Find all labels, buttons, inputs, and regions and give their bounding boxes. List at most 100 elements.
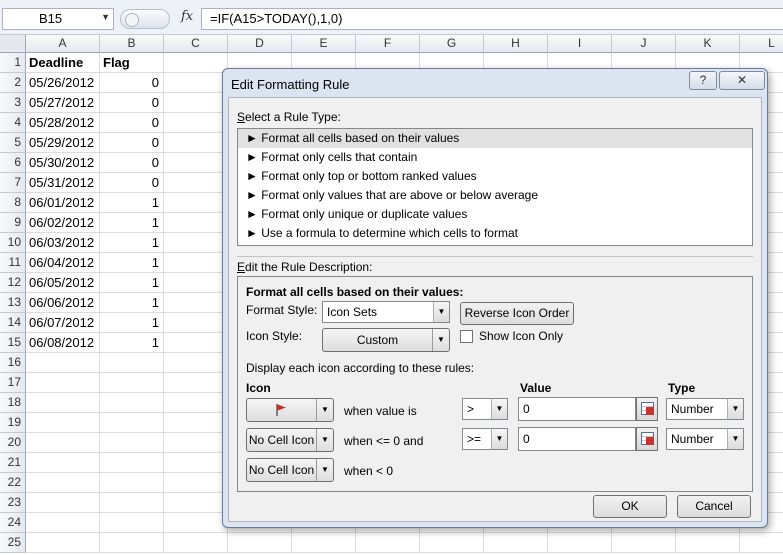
cell-a14[interactable]: 06/07/2012 [29, 313, 99, 333]
chevron-down-icon[interactable]: ▼ [101, 12, 110, 22]
row-header-10[interactable]: 10 [0, 233, 26, 253]
cell-a7[interactable]: 05/31/2012 [29, 173, 99, 193]
rule-1-type-select[interactable]: Number ▼ [666, 398, 744, 420]
cell-b1[interactable]: Flag [103, 53, 163, 73]
row-header-24[interactable]: 24 [0, 513, 26, 533]
cell-b10[interactable]: 1 [103, 233, 163, 253]
row-header-5[interactable]: 5 [0, 133, 26, 153]
row-header-21[interactable]: 21 [0, 453, 26, 473]
cell-a10[interactable]: 06/03/2012 [29, 233, 99, 253]
cell-b13[interactable]: 1 [103, 293, 163, 313]
rule-2-type-select[interactable]: Number ▼ [666, 428, 744, 450]
insert-function-icon[interactable]: fx [181, 9, 193, 24]
rule-type-item[interactable]: ► Use a formula to determine which cells… [238, 224, 752, 243]
row-header-3[interactable]: 3 [0, 93, 26, 113]
close-button[interactable]: ✕ [719, 71, 765, 90]
row-header-15[interactable]: 15 [0, 333, 26, 353]
row-header-6[interactable]: 6 [0, 153, 26, 173]
cell-a12[interactable]: 06/05/2012 [29, 273, 99, 293]
formula-bar-expand-handle[interactable] [120, 9, 170, 29]
help-button[interactable]: ? [689, 71, 717, 90]
rule-type-item[interactable]: ► Format all cells based on their values [238, 129, 752, 148]
column-header-e[interactable]: E [292, 35, 356, 53]
row-header-7[interactable]: 7 [0, 173, 26, 193]
cell-b2[interactable]: 0 [103, 73, 163, 93]
ok-button[interactable]: OK [593, 495, 667, 518]
show-icon-only-checkbox[interactable] [460, 330, 473, 343]
column-header-f[interactable]: F [356, 35, 420, 53]
cell-b14[interactable]: 1 [103, 313, 163, 333]
cell-a15[interactable]: 06/08/2012 [29, 333, 99, 353]
column-header-k[interactable]: K [676, 35, 740, 53]
rule-1-operator-select[interactable]: > ▼ [462, 398, 508, 420]
column-header-c[interactable]: C [164, 35, 228, 53]
cell-a13[interactable]: 06/06/2012 [29, 293, 99, 313]
column-header-j[interactable]: J [612, 35, 676, 53]
row-header-19[interactable]: 19 [0, 413, 26, 433]
column-header-d[interactable]: D [228, 35, 292, 53]
row-header-4[interactable]: 4 [0, 113, 26, 133]
rule-type-item[interactable]: ► Format only unique or duplicate values [238, 205, 752, 224]
row-header-12[interactable]: 12 [0, 273, 26, 293]
formula-text: =IF(A15>TODAY(),1,0) [210, 11, 343, 26]
row-header-22[interactable]: 22 [0, 473, 26, 493]
reverse-icon-order-button[interactable]: Reverse Icon Order [460, 302, 574, 325]
cell-a5[interactable]: 05/29/2012 [29, 133, 99, 153]
column-header-i[interactable]: I [548, 35, 612, 53]
rule-type-item[interactable]: ► Format only top or bottom ranked value… [238, 167, 752, 186]
icon-style-select[interactable]: Custom ▼ [322, 328, 450, 352]
name-box[interactable]: B15 ▼ [2, 8, 114, 30]
rule-2-value-input[interactable]: 0 [518, 427, 636, 451]
cell-b11[interactable]: 1 [103, 253, 163, 273]
row-header-1[interactable]: 1 [0, 53, 26, 73]
icon-1-select[interactable]: ▼ [246, 398, 334, 422]
row-header-25[interactable]: 25 [0, 533, 26, 553]
format-style-select[interactable]: Icon Sets ▼ [322, 301, 450, 323]
cell-a9[interactable]: 06/02/2012 [29, 213, 99, 233]
cancel-button[interactable]: Cancel [677, 495, 751, 518]
row-header-23[interactable]: 23 [0, 493, 26, 513]
column-header-l[interactable]: L [740, 35, 783, 53]
cell-a8[interactable]: 06/01/2012 [29, 193, 99, 213]
rule-2-operator-select[interactable]: >= ▼ [462, 428, 508, 450]
rule-1-range-select-button[interactable] [636, 397, 658, 421]
row-header-13[interactable]: 13 [0, 293, 26, 313]
column-header-a[interactable]: A [26, 35, 100, 53]
column-header-b[interactable]: B [100, 35, 164, 53]
rule-type-item[interactable]: ► Format only cells that contain [238, 148, 752, 167]
row-header-2[interactable]: 2 [0, 73, 26, 93]
cell-b15[interactable]: 1 [103, 333, 163, 353]
cell-a1[interactable]: Deadline [29, 53, 99, 73]
icon-3-select[interactable]: No Cell Icon ▼ [246, 458, 334, 482]
rule-1-value-input[interactable]: 0 [518, 397, 636, 421]
cell-b8[interactable]: 1 [103, 193, 163, 213]
row-header-16[interactable]: 16 [0, 353, 26, 373]
cell-b12[interactable]: 1 [103, 273, 163, 293]
column-header-g[interactable]: G [420, 35, 484, 53]
select-all-corner[interactable] [0, 35, 26, 53]
row-header-14[interactable]: 14 [0, 313, 26, 333]
row-header-17[interactable]: 17 [0, 373, 26, 393]
cell-a4[interactable]: 05/28/2012 [29, 113, 99, 133]
row-header-20[interactable]: 20 [0, 433, 26, 453]
cell-a11[interactable]: 06/04/2012 [29, 253, 99, 273]
cell-b3[interactable]: 0 [103, 93, 163, 113]
row-header-8[interactable]: 8 [0, 193, 26, 213]
rule-type-list[interactable]: ► Format all cells based on their values… [237, 128, 753, 246]
cell-b7[interactable]: 0 [103, 173, 163, 193]
cell-a6[interactable]: 05/30/2012 [29, 153, 99, 173]
cell-b4[interactable]: 0 [103, 113, 163, 133]
row-header-9[interactable]: 9 [0, 213, 26, 233]
cell-b9[interactable]: 1 [103, 213, 163, 233]
cell-b6[interactable]: 0 [103, 153, 163, 173]
row-header-18[interactable]: 18 [0, 393, 26, 413]
rule-type-item[interactable]: ► Format only values that are above or b… [238, 186, 752, 205]
row-header-11[interactable]: 11 [0, 253, 26, 273]
rule-2-range-select-button[interactable] [636, 427, 658, 451]
cell-a3[interactable]: 05/27/2012 [29, 93, 99, 113]
icon-2-select[interactable]: No Cell Icon ▼ [246, 428, 334, 452]
formula-input[interactable]: =IF(A15>TODAY(),1,0) [201, 8, 783, 30]
cell-a2[interactable]: 05/26/2012 [29, 73, 99, 93]
column-header-h[interactable]: H [484, 35, 548, 53]
cell-b5[interactable]: 0 [103, 133, 163, 153]
